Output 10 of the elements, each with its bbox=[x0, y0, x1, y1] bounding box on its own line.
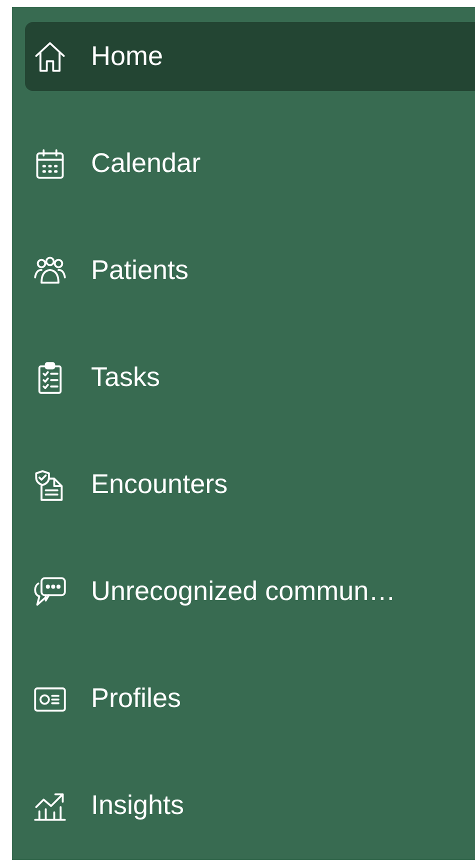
sidebar-item[interactable]: Unrecognized commun… bbox=[25, 557, 475, 626]
sidebar-item[interactable]: Patients bbox=[25, 236, 475, 305]
sidebar-item[interactable]: Profiles bbox=[25, 664, 475, 733]
sidebar-item[interactable]: Tasks bbox=[25, 343, 475, 412]
sidebar-item[interactable]: Encounters bbox=[25, 450, 475, 519]
chat-bubbles-icon bbox=[33, 574, 67, 608]
sidebar-item[interactable]: Insights bbox=[25, 771, 475, 840]
house-icon bbox=[33, 40, 67, 74]
sidebar-item[interactable]: Calendar bbox=[25, 129, 475, 198]
sidebar-item[interactable]: Home bbox=[25, 22, 475, 91]
